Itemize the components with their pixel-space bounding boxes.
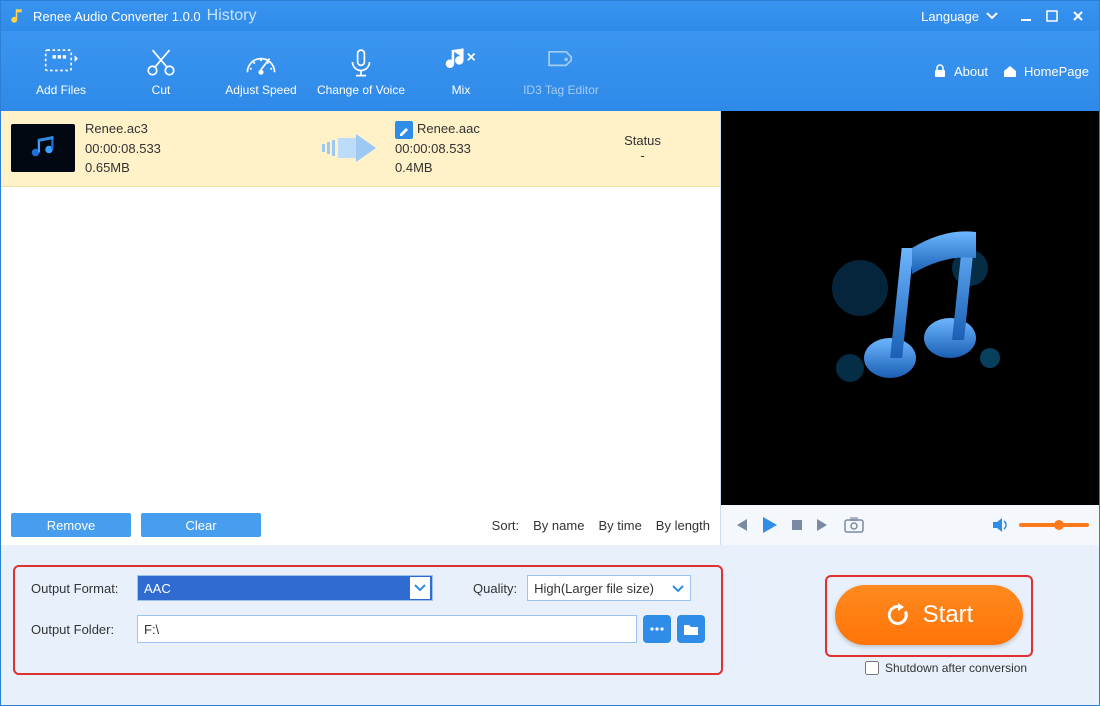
status-label: Status xyxy=(575,133,710,148)
clear-button[interactable]: Clear xyxy=(141,513,261,537)
volume-slider[interactable] xyxy=(1019,523,1089,527)
id3-editor-button[interactable]: ID3 Tag Editor xyxy=(511,45,611,97)
volume-icon[interactable] xyxy=(991,516,1009,534)
output-file-size: 0.4MB xyxy=(395,158,575,178)
shutdown-checkbox[interactable]: Shutdown after conversion xyxy=(865,661,1027,675)
tool-label: Change of Voice xyxy=(317,83,405,97)
start-button[interactable]: Start xyxy=(835,585,1023,645)
tool-label: Cut xyxy=(152,83,171,97)
music-note-icon xyxy=(25,130,61,166)
prev-button[interactable] xyxy=(731,516,749,534)
source-file-name: Renee.ac3 xyxy=(85,119,305,139)
chevron-down-icon xyxy=(410,577,430,599)
output-file-duration: 00:00:08.533 xyxy=(395,139,575,159)
shutdown-label: Shutdown after conversion xyxy=(885,661,1027,675)
adjust-speed-button[interactable]: Adjust Speed xyxy=(211,45,311,97)
start-label: Start xyxy=(923,601,974,629)
output-format-select[interactable]: AAC xyxy=(137,575,433,601)
about-link[interactable]: About xyxy=(932,63,988,79)
file-thumbnail xyxy=(11,124,75,172)
file-list-column: Renee.ac3 00:00:08.533 0.65MB Renee.aac … xyxy=(1,111,721,545)
open-folder-button[interactable] xyxy=(677,615,705,643)
next-button[interactable] xyxy=(815,516,833,534)
title-bar: Renee Audio Converter 1.0.0 History Lang… xyxy=(1,1,1099,31)
arrow-icon xyxy=(305,134,395,162)
status-value: - xyxy=(575,148,710,163)
quality-value: High(Larger file size) xyxy=(534,581,654,596)
bottom-panel: Output Format: AAC Quality: High(Larger … xyxy=(1,545,1099,705)
output-file-info: Renee.aac 00:00:08.533 0.4MB xyxy=(395,119,575,178)
close-button[interactable] xyxy=(1065,6,1091,26)
list-footer: Remove Clear Sort: By name By time By le… xyxy=(1,505,720,545)
preview-display xyxy=(721,111,1099,505)
sort-label: Sort: xyxy=(492,518,519,533)
sort-by-name[interactable]: By name xyxy=(533,518,584,533)
source-file-info: Renee.ac3 00:00:08.533 0.65MB xyxy=(85,119,305,178)
output-folder-input[interactable]: F:\ xyxy=(137,615,637,643)
remove-button[interactable]: Remove xyxy=(11,513,131,537)
language-dropdown[interactable]: Language xyxy=(921,9,999,24)
cut-button[interactable]: Cut xyxy=(111,45,211,97)
homepage-link[interactable]: HomePage xyxy=(1002,63,1089,79)
chevron-down-icon xyxy=(672,581,684,596)
minimize-button[interactable] xyxy=(1013,6,1039,26)
file-status: Status - xyxy=(575,133,710,163)
output-folder-label: Output Folder: xyxy=(27,622,137,637)
output-format-value: AAC xyxy=(144,581,171,596)
about-label: About xyxy=(954,64,988,79)
play-button[interactable] xyxy=(759,515,779,535)
browse-button[interactable] xyxy=(643,615,671,643)
source-file-size: 0.65MB xyxy=(85,158,305,178)
source-file-duration: 00:00:08.533 xyxy=(85,139,305,159)
tool-label: Adjust Speed xyxy=(225,83,296,97)
tool-label: Add Files xyxy=(36,83,86,97)
chevron-down-icon xyxy=(985,11,999,21)
folder-icon xyxy=(683,622,699,636)
file-list-empty xyxy=(1,187,720,505)
shutdown-checkbox-input[interactable] xyxy=(865,661,879,675)
content-area: Renee.ac3 00:00:08.533 0.65MB Renee.aac … xyxy=(1,111,1099,545)
output-format-label: Output Format: xyxy=(27,581,137,596)
sort-by-length[interactable]: By length xyxy=(656,518,710,533)
mix-button[interactable]: Mix xyxy=(411,45,511,97)
language-label: Language xyxy=(921,9,979,24)
quality-select[interactable]: High(Larger file size) xyxy=(527,575,691,601)
refresh-icon xyxy=(885,602,911,628)
dots-icon xyxy=(649,625,665,633)
homepage-label: HomePage xyxy=(1024,64,1089,79)
history-link[interactable]: History xyxy=(207,7,257,25)
player-controls xyxy=(721,505,1099,545)
maximize-button[interactable] xyxy=(1039,6,1065,26)
output-folder-value: F:\ xyxy=(144,622,159,637)
tool-label: ID3 Tag Editor xyxy=(523,83,599,97)
app-title: Renee Audio Converter 1.0.0 xyxy=(33,9,201,24)
snapshot-button[interactable] xyxy=(843,516,865,534)
lock-icon xyxy=(932,63,948,79)
stop-button[interactable] xyxy=(789,517,805,533)
edit-icon[interactable] xyxy=(395,121,413,139)
main-toolbar: Add Files Cut Adjust Speed Change of Voi… xyxy=(1,31,1099,111)
preview-column xyxy=(721,111,1099,545)
output-settings: Output Format: AAC Quality: High(Larger … xyxy=(13,559,723,667)
preview-music-icon xyxy=(790,188,1030,428)
sort-by-time[interactable]: By time xyxy=(598,518,641,533)
tool-label: Mix xyxy=(452,83,471,97)
add-files-button[interactable]: Add Files xyxy=(11,45,111,97)
home-icon xyxy=(1002,63,1018,79)
app-icon xyxy=(9,7,27,25)
app-window: Renee Audio Converter 1.0.0 History Lang… xyxy=(0,0,1100,706)
output-file-name: Renee.aac xyxy=(417,121,480,136)
quality-label: Quality: xyxy=(473,581,517,596)
change-voice-button[interactable]: Change of Voice xyxy=(311,45,411,97)
file-row[interactable]: Renee.ac3 00:00:08.533 0.65MB Renee.aac … xyxy=(1,111,720,187)
